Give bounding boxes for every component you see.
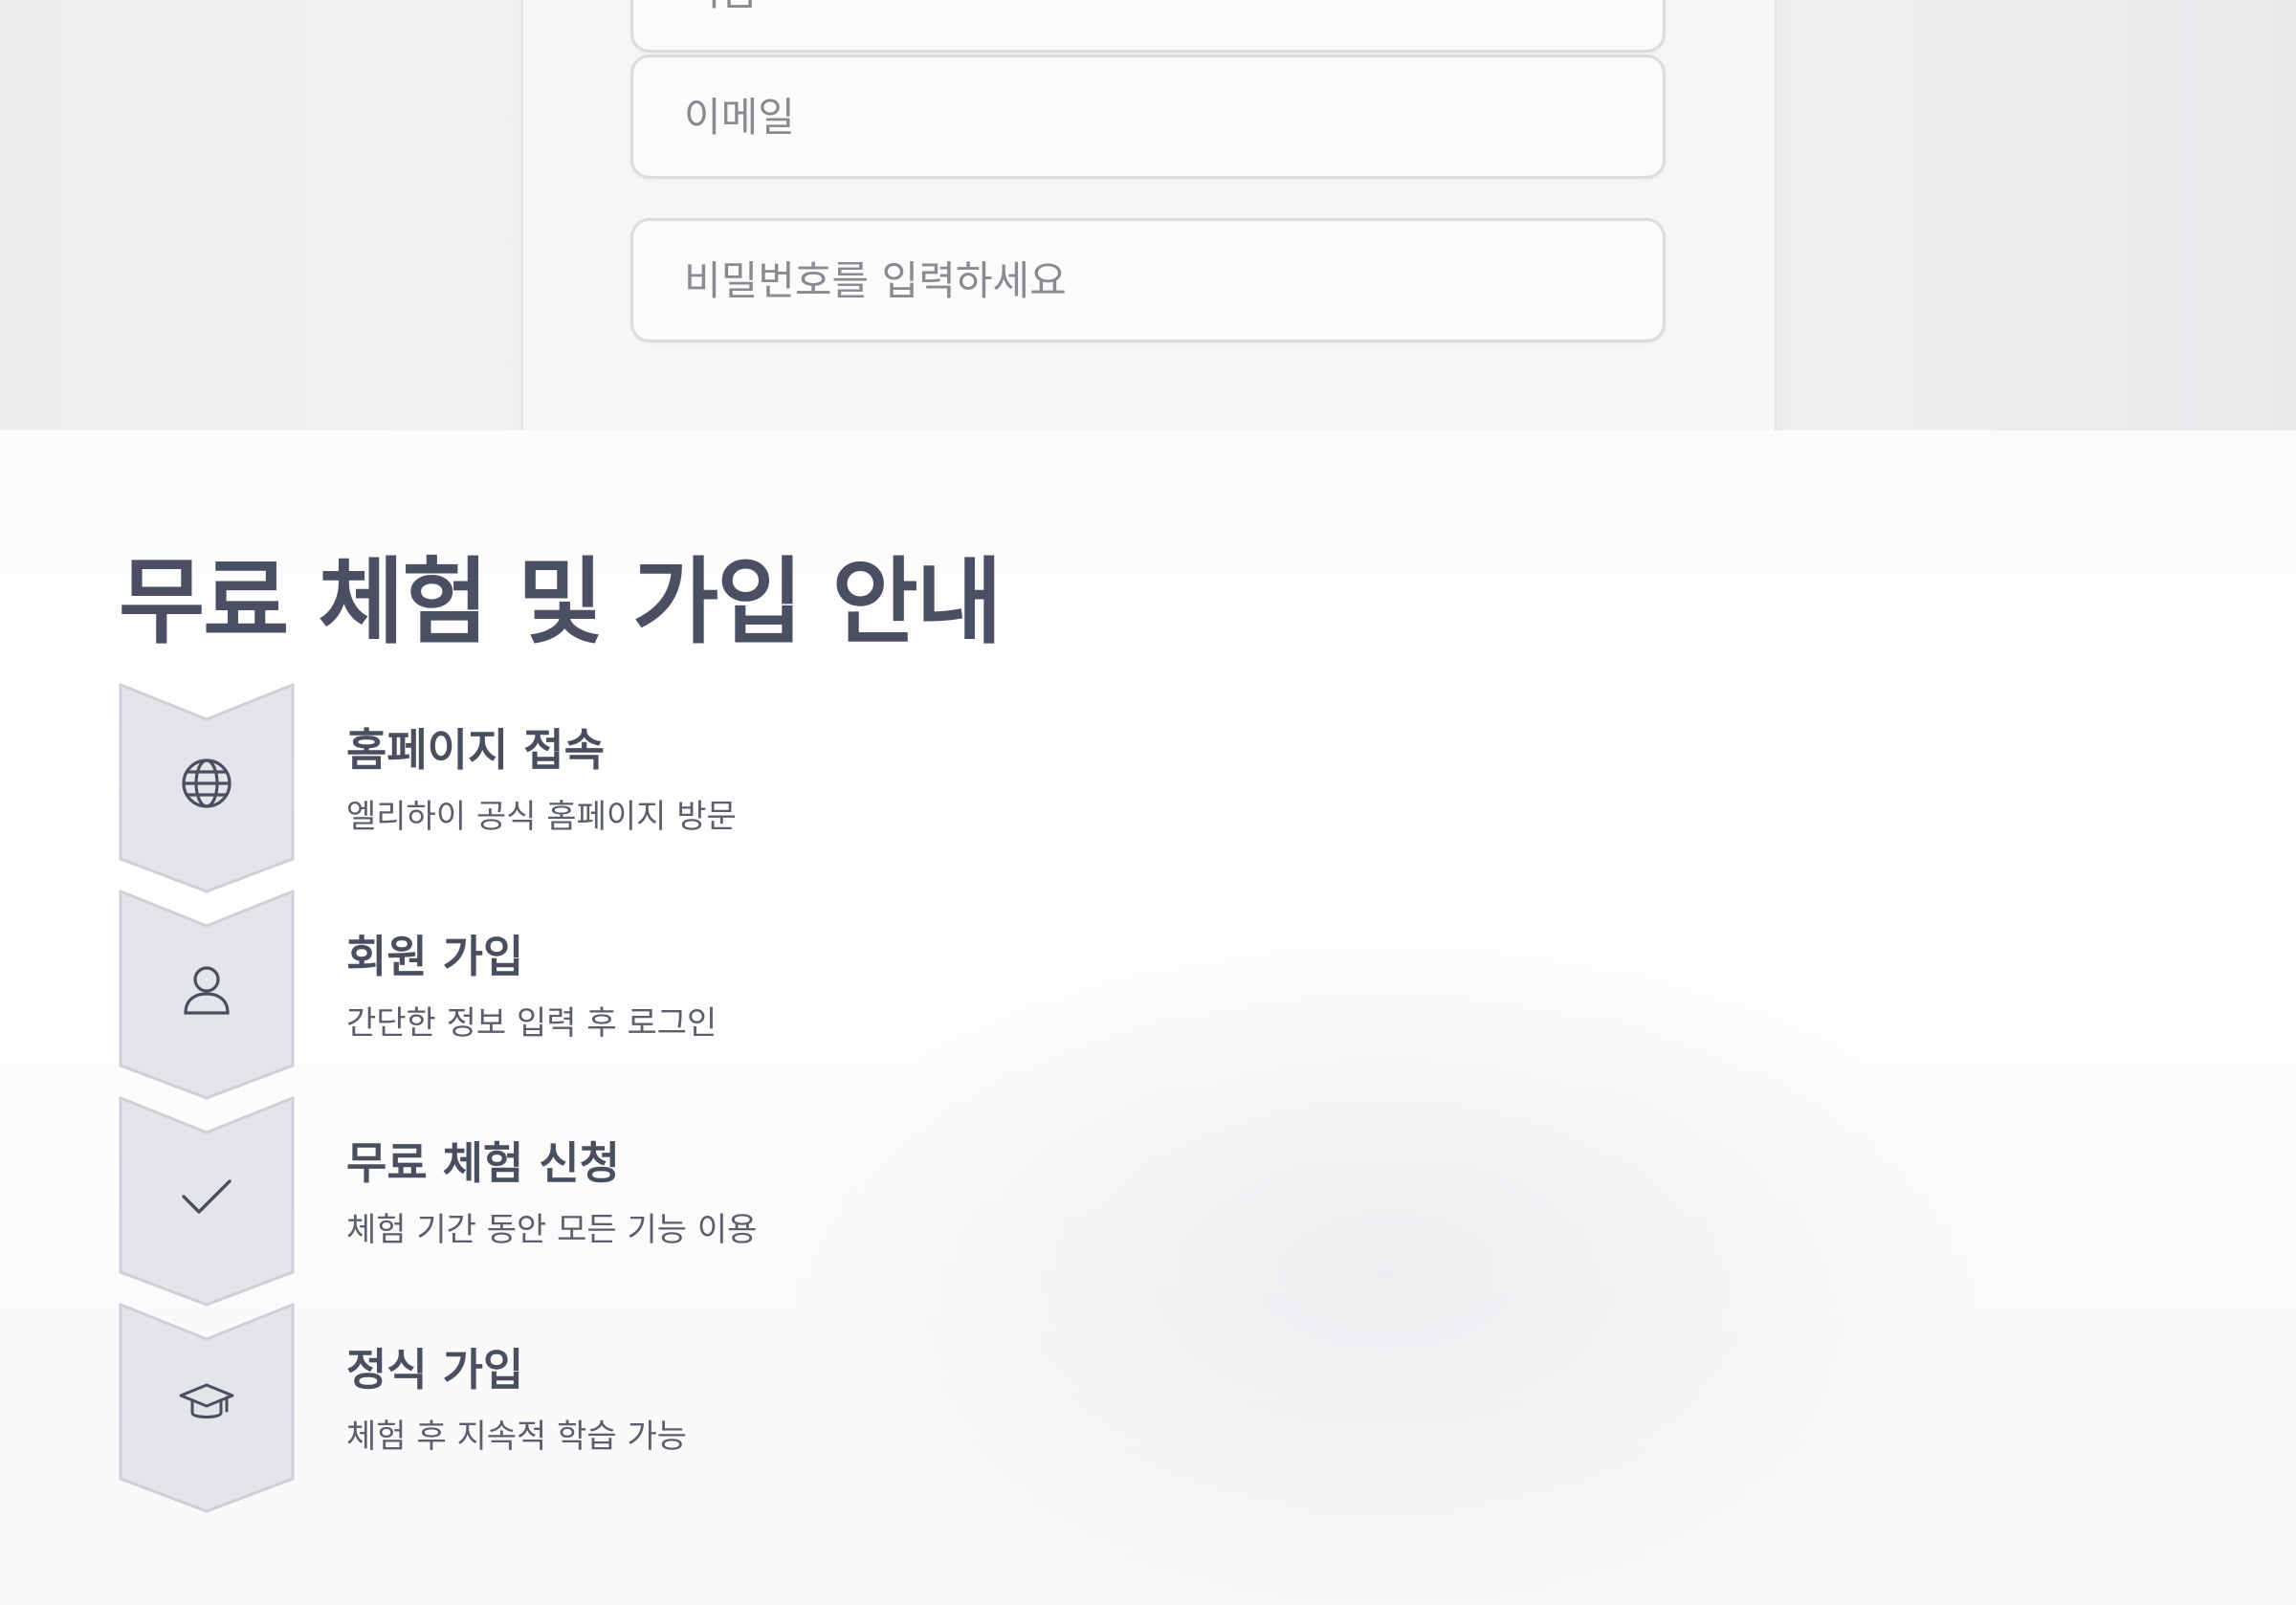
step-title: 홈페이지 접속: [346, 724, 605, 776]
check-icon: [182, 1179, 232, 1214]
name-input[interactable]: [633, 0, 1663, 50]
name-field[interactable]: [630, 0, 1666, 53]
globe-icon: [182, 759, 232, 808]
step-title: 무료 체험 신청: [346, 1137, 620, 1189]
step-homepage: 홈페이지 접속 엘리하이 공식 홈페이지 방문: [119, 683, 1458, 893]
step-description: 엘리하이 공식 홈페이지 방문: [346, 798, 737, 836]
step-membership: 정식 가입 체험 후 지속적 학습 가능: [119, 1303, 1458, 1513]
email-input[interactable]: [633, 57, 1663, 176]
step-free-trial: 무료 체험 신청 체험 기간 동안 모든 기능 이용: [119, 1096, 1458, 1307]
email-field[interactable]: [630, 55, 1666, 179]
step-signup: 회원 가입 간단한 정보 입력 후 로그인: [119, 890, 1458, 1100]
section-title: 무료 체험 및 가입 안내: [119, 548, 1003, 657]
step-title: 회원 가입: [346, 931, 524, 982]
signup-form-card: [521, 0, 1777, 430]
password-input[interactable]: [633, 221, 1663, 340]
graduation-cap-icon: [179, 1383, 234, 1418]
step-title: 정식 가입: [346, 1344, 524, 1396]
signup-form-screenshot: [0, 0, 2296, 430]
password-field[interactable]: [630, 218, 1666, 342]
step-description: 체험 후 지속적 학습 가능: [346, 1418, 688, 1456]
step-description: 간단한 정보 입력 후 로그인: [346, 1004, 718, 1043]
signup-guide-section: 무료 체험 및 가입 안내 홈페이지 접속 엘리하이 공식 홈페이지 방문 회원…: [0, 430, 2296, 1605]
user-icon: [184, 966, 230, 1015]
step-description: 체험 기간 동안 모든 기능 이용: [346, 1211, 758, 1249]
